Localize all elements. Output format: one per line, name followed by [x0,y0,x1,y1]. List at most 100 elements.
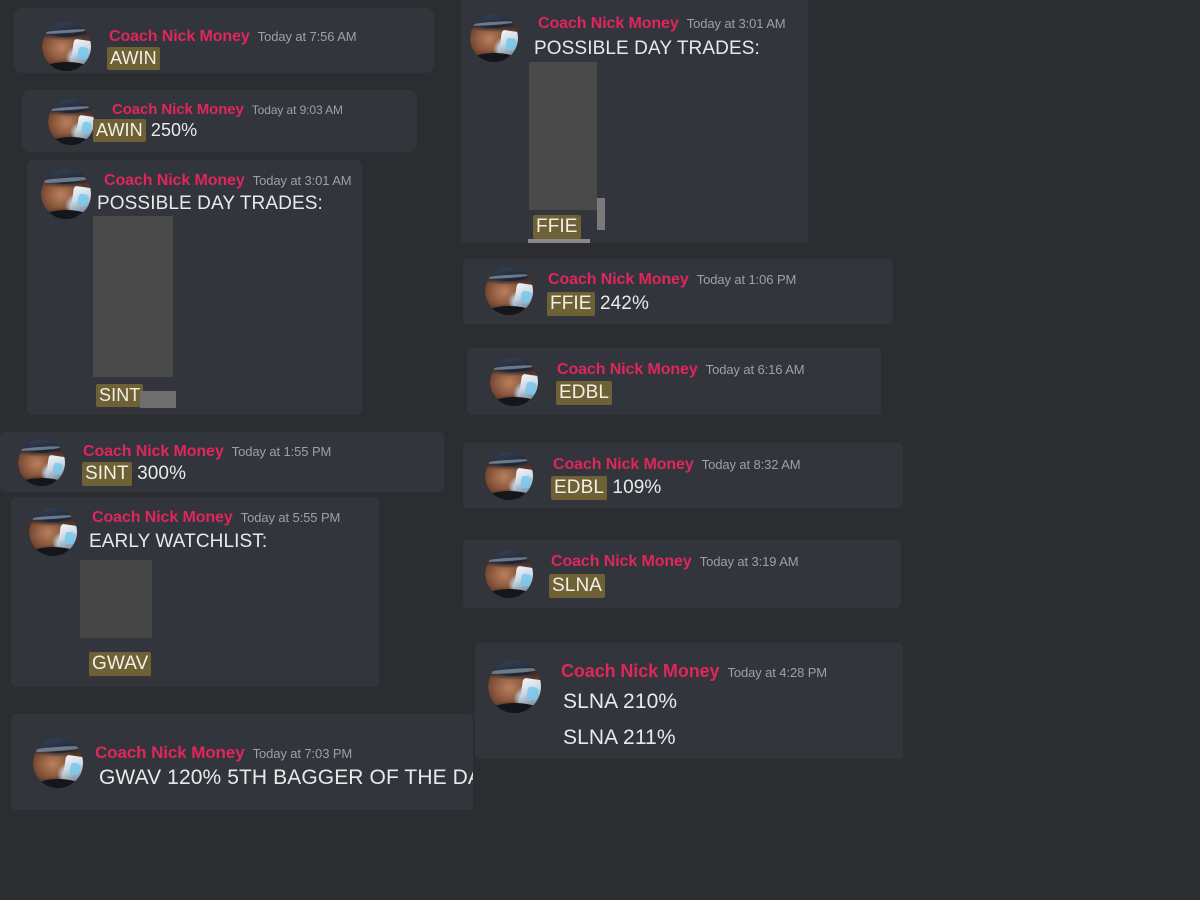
ticker-symbol[interactable]: AWIN [107,47,160,70]
percent-gain: 250% [145,120,198,140]
ticker-symbol[interactable]: FFIE [547,292,595,316]
avatar-shoulder [488,703,541,713]
message-header: Coach Nick Money Today at 4:28 PM [561,662,827,680]
message-author[interactable]: Coach Nick Money [538,15,679,32]
message-author[interactable]: Coach Nick Money [548,271,689,288]
avatar[interactable] [29,508,77,556]
message-author[interactable]: Coach Nick Money [109,28,250,45]
message-body-line: SLNA 210% [563,690,678,713]
message-author[interactable]: Coach Nick Money [557,361,698,378]
avatar[interactable] [470,14,518,62]
redacted-chart-tail [597,198,605,230]
avatar-phone-glint [504,37,517,51]
avatar[interactable] [490,358,538,406]
avatar[interactable] [42,22,91,71]
message-card-gwav-result[interactable]: Coach Nick Money Today at 7:03 PM GWAV 12… [11,714,473,810]
message-body-line: EDBL [556,381,613,405]
message-body-line: GWAV 120% 5TH BAGGER OF THE DAY [99,766,473,789]
message-card-sint-result[interactable]: Coach Nick Money Today at 1:55 PM SINT 30… [0,432,444,492]
message-heading: EARLY WATCHLIST: [89,531,268,552]
message-timestamp: Today at 3:19 AM [699,554,799,569]
message-timestamp: Today at 7:56 AM [257,29,357,44]
message-header: Coach Nick Money Today at 5:55 PM [92,510,340,526]
message-body-line: GWAV [89,652,152,676]
ticker-symbol[interactable]: SINT [82,462,132,486]
avatar-shoulder [485,589,533,598]
percent-gain: 242% [594,293,649,314]
message-timestamp: Today at 8:32 AM [701,457,801,472]
message-author[interactable]: Coach Nick Money [83,443,224,460]
percent-gain: 109% [607,477,662,498]
message-header: Coach Nick Money Today at 3:01 AM [538,16,786,32]
message-card-awin-call[interactable]: Coach Nick Money Today at 7:56 AM AWIN [14,8,434,73]
message-body-line: SLNA [549,574,606,598]
redacted-label-block [140,391,176,408]
avatar-shoulder [485,306,533,315]
message-author[interactable]: Coach Nick Money [112,101,244,118]
avatar-shoulder [33,779,83,788]
message-heading: POSSIBLE DAY TRADES: [534,38,760,59]
message-card-sint-day-trades[interactable]: Coach Nick Money Today at 3:01 AM POSSIBL… [27,160,362,415]
message-author[interactable]: Coach Nick Money [95,743,245,762]
avatar[interactable] [485,550,533,598]
message-body-line: AWIN 250% [93,119,198,142]
message-timestamp: Today at 9:03 AM [251,103,343,117]
avatar[interactable] [33,738,83,788]
message-body-line: AWIN [107,47,160,70]
message-timestamp: Today at 1:06 PM [696,272,797,287]
message-author[interactable]: Coach Nick Money [104,172,245,189]
ticker-symbol[interactable]: SLNA [549,574,606,598]
avatar-shoulder [42,62,91,71]
message-header: Coach Nick Money Today at 1:55 PM [83,444,331,460]
avatar[interactable] [48,99,94,145]
redacted-axis-strip [528,239,590,243]
message-header: Coach Nick Money Today at 1:06 PM [548,272,796,288]
message-author[interactable]: Coach Nick Money [92,509,233,526]
percent-gain: 300% [131,463,187,484]
message-card-ffie-day-trades[interactable]: Coach Nick Money Today at 3:01 AM POSSIBL… [461,0,808,243]
ticker-symbol[interactable]: FFIE [533,215,581,239]
message-body-line: SINT 300% [82,462,187,486]
message-card-awin-result[interactable]: Coach Nick Money Today at 9:03 AM AWIN 25… [22,90,417,152]
ticker-symbol[interactable]: SINT [96,384,144,407]
message-card-gwav-watchlist[interactable]: Coach Nick Money Today at 5:55 PM EARLY W… [11,497,379,687]
ticker-symbol[interactable]: AWIN [93,119,146,142]
message-body-line: EDBL 109% [551,476,662,500]
avatar[interactable] [488,660,541,713]
message-collage-canvas: Coach Nick Money Today at 7:56 AM AWIN Co… [0,0,1200,900]
ticker-symbol[interactable]: EDBL [551,476,608,500]
message-body-line: FFIE [533,215,581,239]
avatar-shoulder [470,53,518,62]
avatar-phone-glint [519,573,532,587]
message-timestamp: Today at 1:55 PM [231,444,332,459]
avatar[interactable] [485,267,533,315]
avatar[interactable] [485,452,533,500]
message-card-edbl-call[interactable]: Coach Nick Money Today at 6:16 AM EDBL [467,348,881,415]
message-author[interactable]: Coach Nick Money [551,553,692,570]
avatar-phone-glint [63,531,76,545]
message-author[interactable]: Coach Nick Money [561,661,720,681]
message-header: Coach Nick Money Today at 6:16 AM [557,362,805,378]
redacted-chart-attachment[interactable] [93,216,173,377]
message-card-slna-results[interactable]: Coach Nick Money Today at 4:28 PM SLNA 21… [475,643,903,759]
message-author[interactable]: Coach Nick Money [553,456,694,473]
message-card-ffie-result[interactable]: Coach Nick Money Today at 1:06 PM FFIE 24… [463,259,893,324]
message-body-line: SLNA 211% [563,726,676,749]
message-timestamp: Today at 4:28 PM [727,665,828,680]
message-card-edbl-result[interactable]: Coach Nick Money Today at 8:32 AM EDBL 10… [463,443,903,508]
message-header: Coach Nick Money Today at 8:32 AM [553,457,801,473]
message-header: Coach Nick Money Today at 9:03 AM [112,102,343,117]
message-header: Coach Nick Money Today at 7:56 AM [109,29,357,45]
ticker-symbol[interactable]: GWAV [89,652,152,676]
redacted-chart-attachment[interactable] [80,560,152,638]
ticker-symbol[interactable]: EDBL [556,381,613,405]
message-body-line: FFIE 242% [547,292,649,316]
avatar[interactable] [41,169,91,219]
avatar-shoulder [485,491,533,500]
redacted-chart-attachment[interactable] [529,62,597,210]
message-card-slna-call[interactable]: Coach Nick Money Today at 3:19 AM SLNA [463,540,901,608]
avatar[interactable] [18,439,65,486]
avatar-shoulder [29,547,77,556]
avatar-phone-glint [524,381,537,395]
avatar-shoulder [490,397,538,406]
